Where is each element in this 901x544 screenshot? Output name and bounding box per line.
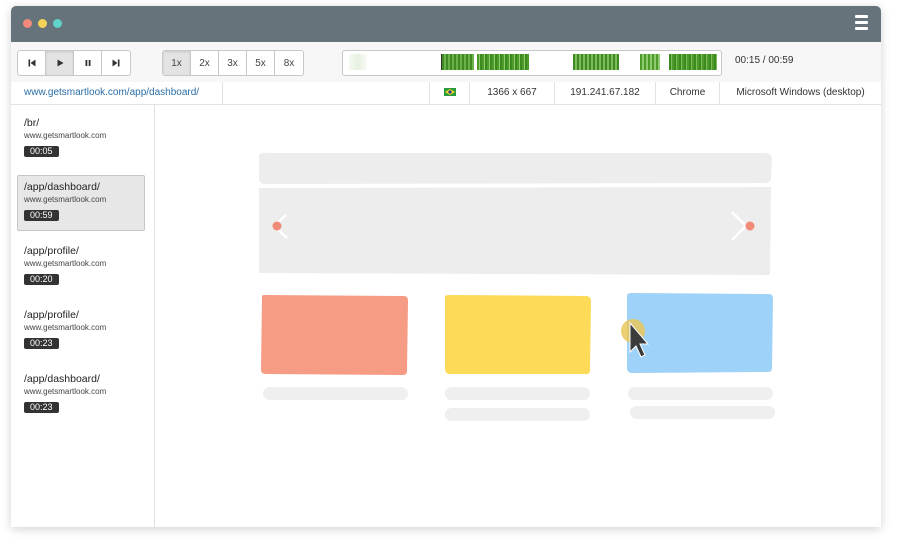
- timeline-activity-segment: [477, 54, 529, 70]
- timeline-activity-segment: [669, 54, 717, 70]
- maximize-dot[interactable]: [53, 19, 62, 28]
- wireframe-text-line: [263, 387, 408, 400]
- wireframe-text-line: [630, 406, 775, 419]
- close-dot[interactable]: [23, 19, 32, 28]
- pause-button[interactable]: [74, 51, 102, 75]
- skip-forward-icon: [112, 59, 120, 67]
- wireframe-text-line: [445, 387, 590, 400]
- speed-3x-button[interactable]: 3x: [219, 51, 247, 75]
- player-toolbar: 1x 2x 3x 5x 8x 00:15 / 00:59: [11, 42, 881, 83]
- page-duration-badge: 00:20: [24, 274, 59, 285]
- play-icon: [57, 59, 63, 67]
- play-button[interactable]: [46, 51, 74, 75]
- pause-icon: [85, 60, 90, 66]
- title-bar: [11, 6, 881, 42]
- brazil-flag-icon: [443, 88, 456, 96]
- timeline-activity-segment: [442, 54, 474, 70]
- page-item-app-profile[interactable]: /app/profile/ www.getsmartlook.com 00:23: [17, 304, 145, 360]
- minimize-dot[interactable]: [38, 19, 47, 28]
- screen-resolution: 1366 x 667: [470, 82, 555, 104]
- page-path: /app/dashboard/: [24, 373, 100, 385]
- skip-back-icon: [28, 59, 35, 67]
- session-info-bar: www.getsmartlook.com/app/dashboard/ 1366…: [11, 82, 881, 105]
- operating-system: Microsoft Windows (desktop): [736, 87, 865, 98]
- visited-pages-list: /br/ www.getsmartlook.com 00:05 /app/das…: [11, 105, 155, 527]
- recording-player-window: 1x 2x 3x 5x 8x 00:15 / 00:59 www.getsmar…: [11, 6, 881, 527]
- page-duration-badge: 00:59: [24, 210, 59, 221]
- page-host: www.getsmartlook.com: [24, 131, 107, 140]
- wireframe-slider: [259, 187, 771, 275]
- speed-1x-button[interactable]: 1x: [163, 51, 191, 75]
- hamburger-menu-icon[interactable]: [855, 15, 868, 31]
- speed-8x-button[interactable]: 8x: [275, 51, 303, 75]
- activity-timeline[interactable]: [342, 50, 722, 76]
- timeline-activity-segment: [640, 54, 660, 70]
- speed-selector: 1x 2x 3x 5x 8x: [162, 50, 304, 76]
- page-item-app-dashboard[interactable]: /app/dashboard/ www.getsmartlook.com 00:…: [17, 175, 145, 231]
- country-cell: [430, 82, 470, 104]
- page-duration-badge: 00:23: [24, 402, 59, 413]
- page-host: www.getsmartlook.com: [24, 323, 107, 332]
- session-url[interactable]: www.getsmartlook.com/app/dashboard/: [11, 82, 223, 104]
- speed-2x-button[interactable]: 2x: [191, 51, 219, 75]
- page-item-br[interactable]: /br/ www.getsmartlook.com 00:05: [17, 112, 145, 168]
- skip-back-button[interactable]: [18, 51, 46, 75]
- wireframe-card-yellow: [445, 295, 591, 375]
- wireframe-card-blue: [627, 293, 773, 373]
- wireframe-header-bar: [259, 152, 772, 184]
- ip-address: 191.241.67.182: [555, 82, 656, 104]
- recording-preview: [155, 105, 881, 527]
- wireframe-text-line: [628, 387, 773, 400]
- wireframe-card-red: [261, 295, 408, 375]
- timeline-activity-segment: [573, 54, 619, 70]
- page-item-app-profile[interactable]: /app/profile/ www.getsmartlook.com 00:20: [17, 240, 145, 296]
- page-path: /app/dashboard/: [24, 181, 100, 193]
- page-host: www.getsmartlook.com: [24, 259, 107, 268]
- speed-5x-button[interactable]: 5x: [247, 51, 275, 75]
- info-spacer: [223, 82, 430, 104]
- page-host: www.getsmartlook.com: [24, 387, 107, 396]
- page-wireframe: [259, 152, 775, 421]
- skip-forward-button[interactable]: [102, 51, 130, 75]
- page-item-app-dashboard[interactable]: /app/dashboard/ www.getsmartlook.com 00:…: [17, 368, 145, 424]
- page-host: www.getsmartlook.com: [24, 195, 107, 204]
- page-path: /br/: [24, 117, 40, 129]
- slider-prev-dot: [272, 221, 282, 231]
- page-duration-badge: 00:23: [24, 338, 59, 349]
- page-duration-badge: 00:05: [24, 146, 59, 157]
- playback-time: 00:15 / 00:59: [735, 55, 794, 66]
- wireframe-text-line: [445, 408, 590, 421]
- slider-next-dot: [745, 221, 755, 231]
- page-path: /app/profile/: [24, 309, 79, 321]
- playback-controls: [17, 50, 131, 76]
- browser-name: Chrome: [656, 82, 720, 104]
- timeline-activity-segment: [349, 54, 367, 70]
- page-path: /app/profile/: [24, 245, 79, 257]
